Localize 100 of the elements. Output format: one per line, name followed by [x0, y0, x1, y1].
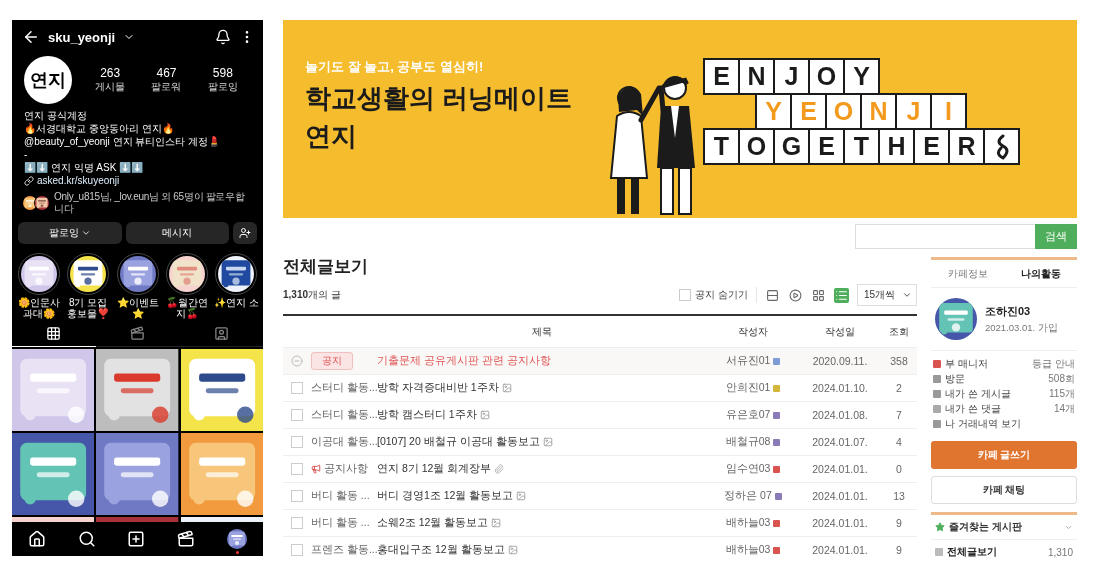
author-name[interactable]: 안희진01 — [725, 381, 771, 395]
banner-title: 학교생활의 러닝메이트 — [305, 82, 574, 114]
chat-button[interactable]: 카페 채팅 — [931, 476, 1077, 504]
author-name[interactable]: 유은호07 — [725, 408, 771, 422]
category-text[interactable]: 스터디 활동... — [311, 408, 378, 422]
category-text[interactable]: 이공대 활동... — [311, 435, 378, 449]
post-title[interactable]: 버디 경영1조 12월 활동보고 — [377, 489, 514, 503]
sidebar-tab[interactable]: 카페정보 — [931, 266, 1004, 281]
checkbox[interactable] — [291, 544, 303, 556]
grid-view-icon[interactable] — [811, 287, 826, 303]
post-title[interactable]: 연지 8기 12월 회계장부 — [377, 462, 492, 476]
back-icon[interactable] — [22, 28, 40, 46]
letter-tile: T — [703, 128, 740, 165]
favorites-label: 즐겨찾는 게시판 — [949, 520, 1023, 534]
category-text[interactable]: 프렌즈 활동... — [311, 543, 378, 557]
account-name: sku_yeonji — [48, 29, 116, 45]
checkbox[interactable] — [291, 436, 303, 448]
member-name: 조하진03 — [985, 303, 1032, 319]
author-name[interactable]: 정하은 07 — [724, 489, 772, 503]
views-cell: 13 — [893, 490, 905, 502]
letter-tile: O — [738, 128, 775, 165]
favorites-toggle[interactable]: 즐겨찾는 게시판 — [931, 512, 1077, 540]
checkbox[interactable] — [291, 463, 303, 475]
checkbox[interactable] — [679, 289, 692, 301]
stat-label: 팔로잉 — [207, 80, 238, 94]
minus-icon — [291, 355, 303, 367]
post-title[interactable]: 기출문제 공유게시판 관련 공지사항 — [377, 354, 551, 368]
bell-icon[interactable] — [215, 29, 231, 45]
checkbox[interactable] — [291, 517, 303, 529]
reels-icon[interactable] — [177, 530, 196, 548]
category-text[interactable]: 스터디 활동... — [311, 381, 378, 395]
author-name[interactable]: 서유진01 — [725, 354, 771, 368]
letter-tile: H — [878, 128, 915, 165]
post-title[interactable]: [0107] 20 배철규 이공대 활동보고 — [377, 435, 540, 449]
page-size-select[interactable]: 15개씩 — [857, 284, 917, 306]
plus-icon[interactable] — [127, 530, 146, 548]
banner-title: 연지 — [305, 120, 358, 152]
following-button[interactable]: 팔로잉 — [18, 222, 122, 244]
add-person-button[interactable] — [233, 222, 257, 244]
author-name[interactable]: 배철규08 — [725, 435, 771, 449]
profile-avatar[interactable] — [227, 529, 248, 549]
profile-link[interactable]: asked.kr/skuyeonji — [37, 174, 120, 187]
views-cell: 9 — [896, 544, 902, 556]
post-title[interactable]: 홍대입구조 12월 활동보고 — [377, 543, 505, 557]
highlight-caption: ⭐이벤트⭐ — [115, 297, 160, 319]
highlight-ring[interactable] — [165, 253, 208, 295]
highlight-caption: 🍒월간연지🍒 — [164, 297, 209, 319]
stat-value: 598 — [212, 66, 233, 80]
letter-tile: T — [843, 128, 880, 165]
checkbox[interactable] — [291, 490, 303, 502]
add-person-icon — [239, 227, 251, 239]
views-cell: 0 — [896, 463, 902, 475]
visit-icon — [933, 375, 941, 383]
category-text[interactable]: 버디 활동 ... — [311, 489, 370, 503]
stat-value: 467 — [156, 66, 177, 80]
sidebar-tab[interactable]: 나의활동 — [1004, 266, 1077, 281]
column-header: 작성자 — [738, 324, 768, 339]
stat-value: 115개 — [1049, 387, 1075, 401]
author-name[interactable]: 배하늘03 — [725, 516, 771, 530]
banner-tagline: 놀기도 잘 놀고, 공부도 열심히! — [305, 58, 485, 76]
stat-value[interactable]: 등급 안내 — [1032, 357, 1075, 371]
home-icon[interactable] — [27, 530, 46, 548]
message-button[interactable]: 메시지 — [125, 222, 229, 244]
letter-tile: E — [808, 128, 845, 165]
posts-icon — [933, 390, 941, 398]
author-name[interactable]: 임수연03 — [725, 462, 771, 476]
post-title[interactable]: 방학 자격증대비반 1주차 — [377, 381, 499, 395]
search-icon[interactable] — [77, 530, 96, 548]
board-link[interactable]: 전체글보기 — [935, 545, 997, 559]
views-cell: 9 — [896, 517, 902, 529]
bio-line: @beauty_of_yeonji 연지 뷰티인스타 계정💄 — [24, 135, 221, 148]
date-cell: 2024.01.07. — [812, 436, 868, 448]
post-title[interactable]: 소웨2조 12월 활동보고 — [377, 516, 489, 530]
letter-tile: E — [913, 128, 950, 165]
author-name[interactable]: 배하늘03 — [725, 543, 771, 557]
notice-tag: 공지 — [311, 352, 353, 370]
checkbox[interactable] — [291, 409, 303, 421]
card-view-icon[interactable] — [765, 287, 780, 303]
category-text[interactable]: 버디 활동 ... — [311, 516, 370, 530]
join-date: 2021.03.01. 가입 — [985, 321, 1058, 335]
letter-tile: E — [703, 58, 740, 95]
views-cell: 4 — [896, 436, 902, 448]
board-title: 전체글보기 — [283, 256, 369, 278]
bio-line: 연지 공식계정 — [24, 109, 87, 122]
star-icon — [935, 522, 945, 532]
stat-label[interactable]: 나 거래내역 보기 — [945, 417, 1021, 431]
chevron-down-icon — [80, 228, 91, 238]
post-title[interactable]: 방학 캠스터디 1주차 — [377, 408, 477, 422]
list-view-icon[interactable] — [834, 287, 849, 303]
views-cell: 358 — [890, 355, 908, 367]
column-header: 작성일 — [825, 324, 855, 339]
letter-tile: Y — [843, 58, 880, 95]
board-icon — [935, 548, 943, 556]
checkbox[interactable] — [291, 382, 303, 394]
followed-by-text: Only_u815님, _lov.eun님 외 65명이 팔로우합니다 — [53, 191, 246, 215]
letter-tile: R — [948, 128, 985, 165]
video-view-icon[interactable] — [788, 287, 803, 303]
post-count: 1,310개의 글 — [283, 288, 341, 302]
search-field[interactable] — [855, 224, 1035, 249]
category-text[interactable]: 공지사항 — [324, 462, 368, 476]
